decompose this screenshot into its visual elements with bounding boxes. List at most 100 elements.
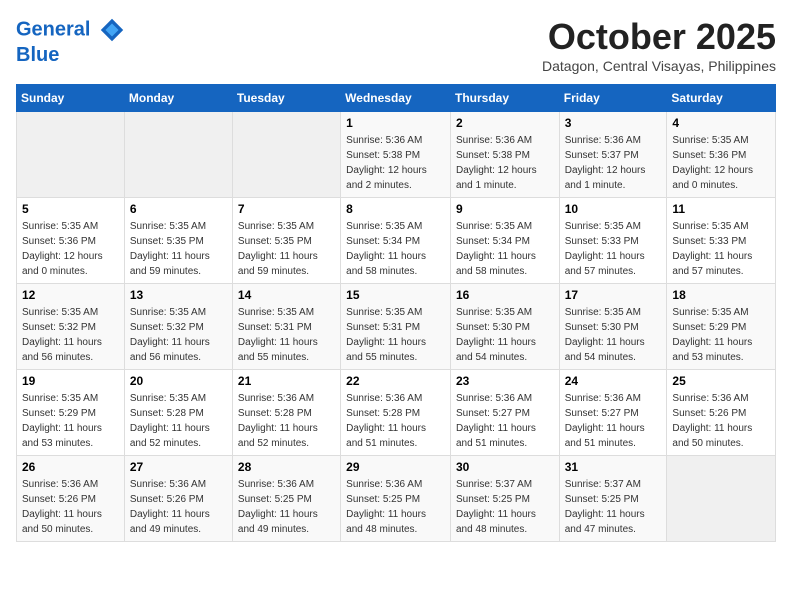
logo-text: General — [16, 16, 126, 44]
day-number: 1 — [346, 116, 445, 130]
col-header-thursday: Thursday — [450, 85, 559, 112]
day-cell: 14 Sunrise: 5:35 AMSunset: 5:31 PMDayligh… — [232, 284, 340, 370]
day-info: Sunrise: 5:35 AMSunset: 5:30 PMDaylight:… — [456, 305, 554, 365]
day-number: 12 — [22, 288, 119, 302]
day-number: 16 — [456, 288, 554, 302]
day-info: Sunrise: 5:36 AMSunset: 5:26 PMDaylight:… — [22, 477, 119, 537]
page-header: General Blue October 2025 Datagon, Centr… — [16, 16, 776, 74]
day-info: Sunrise: 5:35 AMSunset: 5:36 PMDaylight:… — [22, 219, 119, 279]
week-row-4: 19 Sunrise: 5:35 AMSunset: 5:29 PMDayligh… — [17, 370, 776, 456]
day-cell: 7Sunrise: 5:35 AMSunset: 5:35 PMDaylight… — [232, 198, 340, 284]
day-info: Sunrise: 5:36 AMSunset: 5:28 PMDaylight:… — [346, 391, 445, 451]
day-info: Sunrise: 5:37 AMSunset: 5:25 PMDaylight:… — [565, 477, 662, 537]
week-row-3: 12 Sunrise: 5:35 AMSunset: 5:32 PMDayligh… — [17, 284, 776, 370]
day-info: Sunrise: 5:35 AMSunset: 5:34 PMDaylight:… — [346, 219, 445, 279]
location: Datagon, Central Visayas, Philippines — [542, 58, 776, 74]
day-cell: 29 Sunrise: 5:36 AMSunset: 5:25 PMDayligh… — [341, 456, 451, 542]
day-number: 15 — [346, 288, 445, 302]
col-header-monday: Monday — [124, 85, 232, 112]
day-info: Sunrise: 5:35 AMSunset: 5:28 PMDaylight:… — [130, 391, 227, 451]
day-info: Sunrise: 5:35 AMSunset: 5:33 PMDaylight:… — [672, 219, 770, 279]
day-info: Sunrise: 5:36 AMSunset: 5:25 PMDaylight:… — [346, 477, 445, 537]
header-row: SundayMondayTuesdayWednesdayThursdayFrid… — [17, 85, 776, 112]
day-cell: 19 Sunrise: 5:35 AMSunset: 5:29 PMDayligh… — [17, 370, 125, 456]
day-number: 5 — [22, 202, 119, 216]
col-header-sunday: Sunday — [17, 85, 125, 112]
day-info: Sunrise: 5:35 AMSunset: 5:36 PMDaylight:… — [672, 133, 770, 193]
day-cell: 21 Sunrise: 5:36 AMSunset: 5:28 PMDayligh… — [232, 370, 340, 456]
col-header-friday: Friday — [559, 85, 667, 112]
day-cell — [667, 456, 776, 542]
day-info: Sunrise: 5:35 AMSunset: 5:34 PMDaylight:… — [456, 219, 554, 279]
day-number: 7 — [238, 202, 335, 216]
week-row-5: 26 Sunrise: 5:36 AMSunset: 5:26 PMDayligh… — [17, 456, 776, 542]
day-number: 3 — [565, 116, 662, 130]
day-info: Sunrise: 5:36 AMSunset: 5:27 PMDaylight:… — [456, 391, 554, 451]
day-info: Sunrise: 5:35 AMSunset: 5:29 PMDaylight:… — [672, 305, 770, 365]
day-info: Sunrise: 5:35 AMSunset: 5:35 PMDaylight:… — [130, 219, 227, 279]
day-cell: 26 Sunrise: 5:36 AMSunset: 5:26 PMDayligh… — [17, 456, 125, 542]
day-number: 13 — [130, 288, 227, 302]
title-area: October 2025 Datagon, Central Visayas, P… — [542, 16, 776, 74]
day-number: 17 — [565, 288, 662, 302]
day-number: 26 — [22, 460, 119, 474]
day-cell: 11 Sunrise: 5:35 AMSunset: 5:33 PMDayligh… — [667, 198, 776, 284]
day-info: Sunrise: 5:36 AMSunset: 5:38 PMDaylight:… — [456, 133, 554, 193]
day-number: 4 — [672, 116, 770, 130]
day-number: 30 — [456, 460, 554, 474]
day-cell: 18 Sunrise: 5:35 AMSunset: 5:29 PMDayligh… — [667, 284, 776, 370]
day-number: 19 — [22, 374, 119, 388]
day-number: 22 — [346, 374, 445, 388]
day-info: Sunrise: 5:35 AMSunset: 5:32 PMDaylight:… — [22, 305, 119, 365]
day-number: 24 — [565, 374, 662, 388]
day-number: 21 — [238, 374, 335, 388]
day-cell — [124, 112, 232, 198]
day-number: 29 — [346, 460, 445, 474]
day-number: 25 — [672, 374, 770, 388]
day-cell — [17, 112, 125, 198]
day-cell: 15 Sunrise: 5:35 AMSunset: 5:31 PMDayligh… — [341, 284, 451, 370]
day-info: Sunrise: 5:37 AMSunset: 5:25 PMDaylight:… — [456, 477, 554, 537]
day-number: 31 — [565, 460, 662, 474]
calendar-table: SundayMondayTuesdayWednesdayThursdayFrid… — [16, 84, 776, 542]
week-row-2: 5 Sunrise: 5:35 AMSunset: 5:36 PMDaylight… — [17, 198, 776, 284]
day-cell — [232, 112, 340, 198]
week-row-1: 1 Sunrise: 5:36 AMSunset: 5:38 PMDaylight… — [17, 112, 776, 198]
day-cell: 4 Sunrise: 5:35 AMSunset: 5:36 PMDaylight… — [667, 112, 776, 198]
day-cell: 20 Sunrise: 5:35 AMSunset: 5:28 PMDayligh… — [124, 370, 232, 456]
day-info: Sunrise: 5:36 AMSunset: 5:26 PMDaylight:… — [672, 391, 770, 451]
col-header-tuesday: Tuesday — [232, 85, 340, 112]
day-info: Sunrise: 5:36 AMSunset: 5:27 PMDaylight:… — [565, 391, 662, 451]
day-number: 28 — [238, 460, 335, 474]
day-cell: 23Sunrise: 5:36 AMSunset: 5:27 PMDayligh… — [450, 370, 559, 456]
day-number: 2 — [456, 116, 554, 130]
month-title: October 2025 — [542, 16, 776, 58]
day-cell: 25 Sunrise: 5:36 AMSunset: 5:26 PMDayligh… — [667, 370, 776, 456]
day-info: Sunrise: 5:36 AMSunset: 5:28 PMDaylight:… — [238, 391, 335, 451]
day-info: Sunrise: 5:35 AMSunset: 5:30 PMDaylight:… — [565, 305, 662, 365]
day-number: 11 — [672, 202, 770, 216]
day-cell: 17 Sunrise: 5:35 AMSunset: 5:30 PMDayligh… — [559, 284, 667, 370]
day-info: Sunrise: 5:36 AMSunset: 5:25 PMDaylight:… — [238, 477, 335, 537]
day-number: 20 — [130, 374, 227, 388]
day-number: 27 — [130, 460, 227, 474]
day-cell: 8Sunrise: 5:35 AMSunset: 5:34 PMDaylight… — [341, 198, 451, 284]
day-cell: 9 Sunrise: 5:35 AMSunset: 5:34 PMDaylight… — [450, 198, 559, 284]
day-number: 9 — [456, 202, 554, 216]
day-info: Sunrise: 5:35 AMSunset: 5:33 PMDaylight:… — [565, 219, 662, 279]
day-number: 6 — [130, 202, 227, 216]
day-cell: 30 Sunrise: 5:37 AMSunset: 5:25 PMDayligh… — [450, 456, 559, 542]
day-cell: 31 Sunrise: 5:37 AMSunset: 5:25 PMDayligh… — [559, 456, 667, 542]
day-info: Sunrise: 5:35 AMSunset: 5:29 PMDaylight:… — [22, 391, 119, 451]
day-cell: 2 Sunrise: 5:36 AMSunset: 5:38 PMDaylight… — [450, 112, 559, 198]
day-cell: 24 Sunrise: 5:36 AMSunset: 5:27 PMDayligh… — [559, 370, 667, 456]
day-info: Sunrise: 5:35 AMSunset: 5:31 PMDaylight:… — [238, 305, 335, 365]
day-number: 14 — [238, 288, 335, 302]
day-info: Sunrise: 5:36 AMSunset: 5:26 PMDaylight:… — [130, 477, 227, 537]
day-info: Sunrise: 5:35 AMSunset: 5:32 PMDaylight:… — [130, 305, 227, 365]
day-info: Sunrise: 5:35 AMSunset: 5:31 PMDaylight:… — [346, 305, 445, 365]
day-number: 18 — [672, 288, 770, 302]
day-cell: 5 Sunrise: 5:35 AMSunset: 5:36 PMDaylight… — [17, 198, 125, 284]
day-cell: 28 Sunrise: 5:36 AMSunset: 5:25 PMDayligh… — [232, 456, 340, 542]
day-cell: 22 Sunrise: 5:36 AMSunset: 5:28 PMDayligh… — [341, 370, 451, 456]
